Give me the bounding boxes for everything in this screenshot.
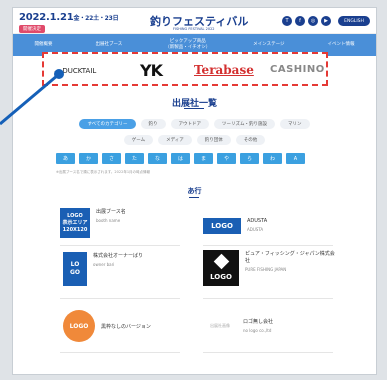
row-heading: あ行 (187, 187, 202, 195)
nav-item-booths[interactable]: 出展社ブース (95, 42, 122, 48)
site-header: 2022.1.21金・22土・23日 開催決定 釣りフェスティバル FISHIN… (13, 8, 376, 34)
exhibitor-card[interactable]: 出展社画像 ロゴ無し会社 no logo co.,ltd (203, 318, 273, 334)
category-pill-media[interactable]: メディア (158, 135, 192, 145)
exhibitor-sub: owner bari (93, 262, 115, 267)
diamond-icon (213, 253, 229, 269)
nav-item-stage[interactable]: メインステージ (253, 42, 284, 48)
kana-button-na[interactable]: な (148, 153, 167, 164)
kana-button-ma[interactable]: ま (194, 153, 213, 164)
exhibitor-card[interactable]: LOGO ピュア・フィッシング・ジャパン株式会社 PURE FISHING JA… (203, 250, 335, 286)
exhibitor-name: ロゴ無し会社 (243, 319, 274, 325)
english-button[interactable]: ENGLISH (338, 16, 370, 26)
category-pill-game[interactable]: ゲーム (123, 135, 154, 145)
browser-frame: 2022.1.21金・22土・23日 開催決定 釣りフェスティバル FISHIN… (13, 8, 376, 374)
sponsor-logo-ducktail[interactable]: ◡ DUCKTAIL (54, 67, 96, 75)
category-filter-row-1: すべてのカテゴリー 釣り アウトドア ツーリズム・釣り施設 マリン (13, 119, 376, 129)
kana-button-ka[interactable]: か (79, 153, 98, 164)
exhibitor-logo-text: LOGO (210, 272, 232, 281)
exhibitor-logo: LOGO (203, 218, 241, 234)
category-pill-marine[interactable]: マリン (280, 119, 310, 129)
exhibitor-logo: LOGO 表示エリア 120X120 (60, 208, 90, 238)
twitter-icon[interactable]: T (282, 16, 292, 26)
exhibitor-logo: LO GO (63, 252, 87, 286)
kana-button-ya[interactable]: や (217, 153, 236, 164)
exhibitor-sub: ADUSTA (247, 227, 264, 232)
exhibitor-sub: booth name (96, 218, 121, 223)
exhibitor-name: 黒枠なしのバージョン (101, 324, 151, 330)
nav-item-overview[interactable]: 開催概要 (34, 42, 52, 48)
exhibitor-name: ピュア・フィッシング・ジャパン株式会社 (245, 251, 335, 264)
exhibitor-card[interactable]: LO GO 株式会社オーナーばり owner bari (63, 252, 143, 286)
kana-button-a[interactable]: あ (56, 153, 75, 164)
youtube-icon[interactable]: ▶ (321, 16, 331, 26)
site-logo-subtitle: FISHING FESTIVAL 2022 (173, 27, 215, 31)
exhibitor-card[interactable]: LOGO ADUSTA ADUSTA (203, 218, 267, 234)
social-links: T f ◎ ▶ (282, 16, 331, 26)
row-heading-underline (189, 197, 199, 198)
exhibitor-logo: LOGO (63, 310, 95, 342)
exhibitor-logo: LOGO (203, 250, 239, 286)
kana-button-ra[interactable]: ら (240, 153, 259, 164)
card-divider (203, 352, 333, 353)
sponsor-banner: ◡ DUCKTAIL YK Terabase CASHINO (42, 52, 328, 86)
card-divider (203, 298, 333, 299)
category-pill-outdoor[interactable]: アウトドア (170, 119, 209, 129)
exhibitor-sub: no logo co.,ltd (243, 328, 272, 333)
kana-index: あ か さ た な は ま や ら わ A (56, 153, 305, 164)
category-pill-tourism[interactable]: ツーリズム・釣り施設 (214, 119, 275, 129)
card-divider (60, 298, 180, 299)
sponsor-logo-yk[interactable]: YK (140, 61, 163, 80)
list-notice: ※出展ブース名で順に表示されます。2022年1月の時点情報 (56, 170, 151, 174)
kana-button-alpha[interactable]: A (286, 153, 305, 164)
category-pill-other[interactable]: その他 (235, 135, 266, 145)
card-divider (60, 352, 180, 353)
nav-item-events[interactable]: イベント情報 (327, 42, 354, 48)
kana-button-ta[interactable]: た (125, 153, 144, 164)
kana-button-sa[interactable]: さ (102, 153, 121, 164)
kana-button-ha[interactable]: は (171, 153, 190, 164)
instagram-icon[interactable]: ◎ (308, 16, 318, 26)
facebook-icon[interactable]: f (295, 16, 305, 26)
event-date: 2022.1.21金・22土・23日 (19, 12, 119, 23)
status-badge: 開催決定 (19, 25, 45, 33)
exhibitor-name: ADUSTA (247, 218, 268, 224)
sponsor-logo-terabase[interactable]: Terabase (194, 63, 254, 77)
card-divider (203, 245, 333, 246)
exhibitor-card[interactable]: LOGO 表示エリア 120X120 出展ブース名 booth name (60, 208, 126, 238)
category-pill-all[interactable]: すべてのカテゴリー (79, 119, 136, 129)
exhibitor-logo: 出展社画像 (203, 318, 237, 334)
kana-button-wa[interactable]: わ (263, 153, 282, 164)
exhibitor-sub: PURE FISHING JAPAN (245, 267, 287, 272)
category-pill-group[interactable]: 釣り団体 (196, 135, 231, 145)
exhibitor-card[interactable]: LOGO 黒枠なしのバージョン (63, 310, 151, 342)
category-filter-row-2: ゲーム メディア 釣り団体 その他 (13, 135, 376, 145)
section-underline (184, 108, 204, 109)
sponsor-logo-cashino[interactable]: CASHINO (270, 64, 325, 75)
card-divider (60, 245, 180, 246)
exhibitor-name: 出展ブース名 (96, 209, 126, 215)
category-pill-fishing[interactable]: 釣り (140, 119, 166, 129)
exhibitor-name: 株式会社オーナーばり (93, 253, 144, 259)
nav-item-pickup[interactable]: ピックアップ商品 （新製品・イチオシ） (165, 39, 210, 51)
